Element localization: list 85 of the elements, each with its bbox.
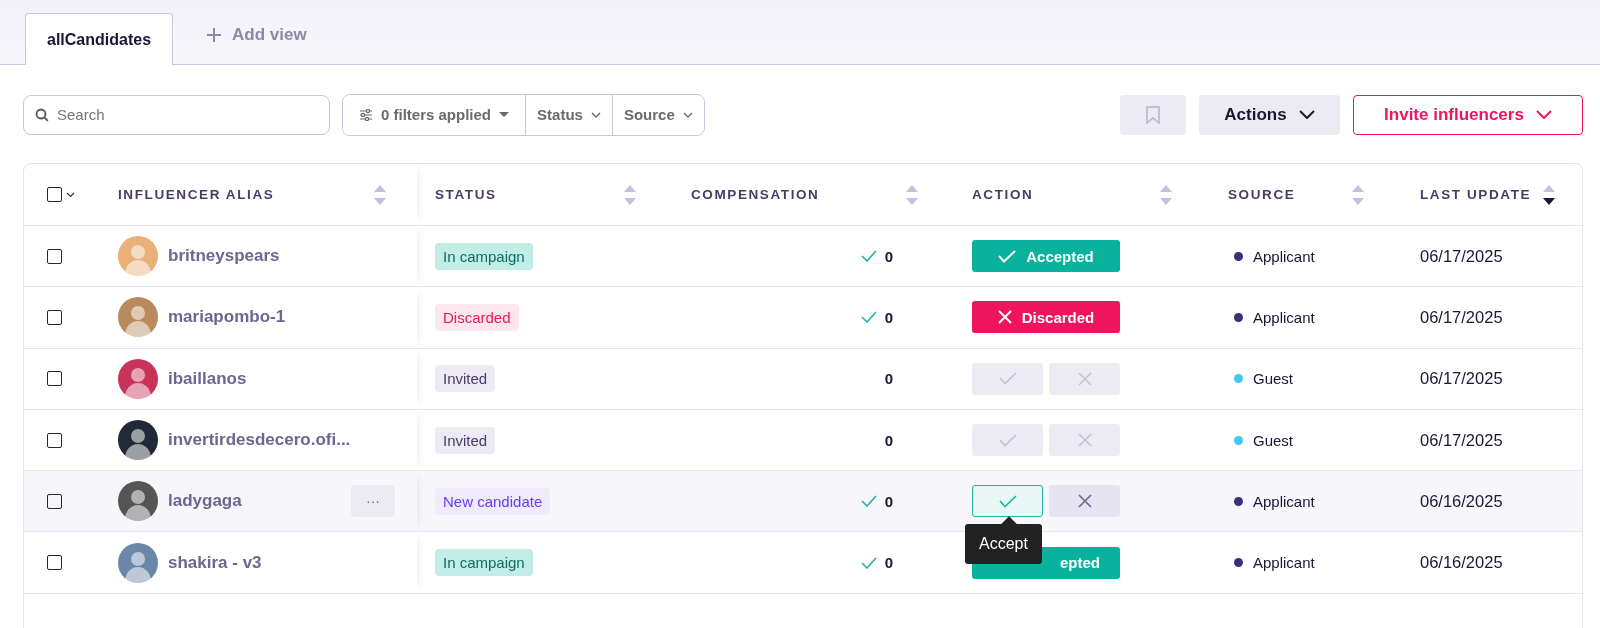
avatar bbox=[118, 481, 158, 522]
bookmark-button[interactable] bbox=[1120, 94, 1186, 135]
last-update-date: 06/17/2025 bbox=[1420, 307, 1503, 327]
column-header: INFLUENCER ALIAS bbox=[118, 187, 275, 202]
source-label: Applicant bbox=[1253, 554, 1315, 572]
compensation-value: 0 bbox=[884, 308, 893, 326]
influencer-alias[interactable]: ladygaga bbox=[168, 491, 242, 512]
status-tag: In campaign bbox=[435, 242, 533, 270]
avatar bbox=[118, 297, 158, 338]
column-header: STATUS bbox=[435, 187, 497, 202]
avatar bbox=[118, 420, 158, 461]
chevron-icon bbox=[682, 111, 693, 118]
last-update-date: 06/17/2025 bbox=[1420, 369, 1503, 389]
close-icon bbox=[1077, 371, 1092, 386]
check-icon bbox=[998, 372, 1017, 386]
search-icon bbox=[35, 107, 49, 122]
avatar bbox=[118, 542, 158, 583]
view-tab[interactable]: allCandidates bbox=[25, 13, 174, 65]
accept-button[interactable] bbox=[972, 424, 1043, 457]
last-update-date: 06/17/2025 bbox=[1420, 246, 1503, 266]
reject-button[interactable] bbox=[1049, 362, 1120, 395]
compensation-value: 0 bbox=[884, 247, 893, 265]
add-view-tab[interactable]: Add view bbox=[191, 12, 321, 64]
close-icon bbox=[997, 310, 1012, 325]
source-label: Guest bbox=[1253, 370, 1294, 388]
status-tag: Invited bbox=[435, 365, 496, 393]
filter-dropdown[interactable]: Source bbox=[611, 94, 704, 135]
source-label: Applicant bbox=[1253, 247, 1315, 265]
compensation-value: 0 bbox=[884, 370, 893, 388]
avatar bbox=[118, 358, 158, 399]
column-header: COMPENSATION bbox=[691, 187, 820, 202]
actions-button[interactable]: Actions bbox=[1199, 94, 1340, 135]
chevron-icon bbox=[1535, 110, 1552, 119]
source-label: Guest bbox=[1253, 431, 1294, 449]
accepted-button[interactable]: Accepted bbox=[972, 240, 1120, 273]
last-update-date: 06/16/2025 bbox=[1420, 491, 1503, 511]
source-label: Applicant bbox=[1253, 492, 1315, 510]
status-tag: In campaign bbox=[435, 549, 533, 577]
last-update-date: 06/16/2025 bbox=[1420, 553, 1503, 573]
row-checkbox[interactable] bbox=[47, 309, 62, 325]
invite-button[interactable]: Invite influencers bbox=[1353, 94, 1583, 135]
avatar bbox=[118, 236, 158, 277]
close-icon bbox=[1077, 494, 1092, 509]
select-all-checkbox[interactable] bbox=[47, 187, 62, 202]
bookmark-icon bbox=[1146, 105, 1160, 124]
last-update-date: 06/17/2025 bbox=[1420, 430, 1503, 450]
row-checkbox[interactable] bbox=[47, 555, 62, 571]
reject-button[interactable] bbox=[1049, 424, 1120, 457]
close-icon bbox=[1077, 433, 1092, 448]
discarded-button[interactable]: Discarded bbox=[972, 301, 1120, 334]
status-tag: Discarded bbox=[435, 303, 519, 331]
check-icon bbox=[998, 249, 1017, 263]
search-field[interactable]: Search bbox=[23, 94, 330, 135]
compensation-value: 0 bbox=[884, 431, 893, 449]
accept-button[interactable] bbox=[972, 485, 1043, 518]
row-checkbox[interactable] bbox=[47, 371, 62, 387]
check-icon bbox=[998, 494, 1017, 508]
column-header: LAST UPDATE bbox=[1420, 187, 1532, 202]
influencer-alias[interactable]: mariapombo-1 bbox=[168, 307, 286, 328]
tooltip: Accept bbox=[965, 516, 1042, 565]
row-checkbox[interactable] bbox=[47, 432, 62, 448]
status-tag: New candidate bbox=[435, 487, 551, 515]
source-label: Applicant bbox=[1253, 308, 1315, 326]
caret-icon bbox=[499, 111, 510, 118]
chevron-icon bbox=[66, 191, 75, 198]
chevron-icon bbox=[1298, 110, 1315, 119]
row-checkbox[interactable] bbox=[47, 248, 62, 264]
column-header: SOURCE bbox=[1228, 187, 1296, 202]
influencer-alias[interactable]: ibaillanos bbox=[168, 368, 247, 389]
influencer-alias[interactable]: shakira - v3 bbox=[168, 552, 262, 573]
status-tag: Invited bbox=[435, 426, 496, 454]
sort-icon[interactable] bbox=[1542, 183, 1556, 206]
compensation-value: 0 bbox=[884, 554, 893, 572]
reject-button[interactable] bbox=[1049, 485, 1120, 518]
chevron-icon bbox=[590, 111, 601, 118]
plus-icon bbox=[205, 26, 224, 44]
sliders-icon bbox=[359, 108, 373, 121]
column-header: ACTION bbox=[972, 187, 1034, 202]
more-button[interactable]: ··· bbox=[351, 485, 395, 518]
row-checkbox[interactable] bbox=[47, 493, 62, 509]
compensation-value: 0 bbox=[884, 492, 893, 510]
check-icon bbox=[998, 433, 1017, 447]
influencer-alias[interactable]: invertirdesdecero.ofi... bbox=[168, 430, 351, 451]
influencer-alias[interactable]: britneyspears bbox=[168, 246, 280, 267]
accept-button[interactable] bbox=[972, 362, 1043, 395]
